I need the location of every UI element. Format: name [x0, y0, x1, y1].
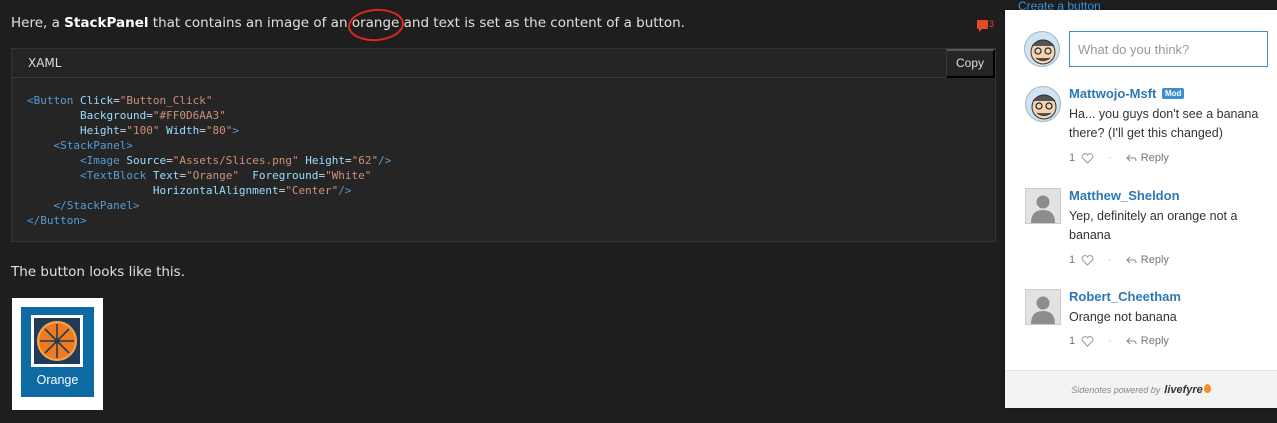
button-preview-frame: Orange [12, 298, 103, 410]
mod-badge: Mod [1162, 88, 1185, 99]
code-content: <Button Click="Button_Click" Background=… [27, 94, 392, 227]
avatar[interactable] [1025, 86, 1061, 122]
comment-count: 3 [989, 19, 995, 29]
sidenotes-panel: Mattwojo-Msft Mod Ha... you guys don't s… [1005, 10, 1277, 408]
comment-input[interactable] [1069, 31, 1268, 67]
code-block-header: XAML Copy [12, 48, 995, 78]
flame-icon [1203, 383, 1211, 393]
comment-author[interactable]: Mattwojo-Msft Mod [1069, 86, 1185, 101]
copy-button[interactable]: Copy [945, 48, 995, 78]
intro-middle: that contains an image of an [148, 15, 352, 31]
powered-by-text: Sidenotes powered by [1071, 384, 1161, 395]
reply-button[interactable]: Reply [1126, 254, 1169, 266]
cartoon-face-icon [1030, 39, 1056, 65]
comment-actions: 1 · Reply [1069, 335, 1169, 347]
like-count: 1 [1069, 335, 1076, 347]
intro-stackpanel-term: StackPanel [64, 15, 149, 31]
reply-button[interactable]: Reply [1126, 335, 1169, 347]
like-count: 1 [1069, 152, 1076, 164]
reply-icon [1126, 337, 1137, 344]
orange-slice-icon [37, 321, 77, 361]
separator-dot: · [1108, 152, 1112, 164]
reply-icon [1126, 154, 1137, 161]
orange-button-label: Orange [36, 373, 79, 387]
comment-author[interactable]: Robert_Cheetham [1069, 289, 1181, 304]
separator-dot: · [1108, 254, 1112, 266]
default-user-icon [1031, 195, 1055, 223]
orange-button[interactable]: Orange [21, 307, 94, 397]
heart-icon[interactable] [1081, 152, 1094, 164]
preview-caption: The button looks like this. [11, 264, 185, 280]
code-language-label: XAML [28, 56, 62, 70]
orange-slice-image [31, 315, 83, 367]
heart-icon[interactable] [1081, 335, 1094, 347]
comment-body: Orange not banana [1069, 310, 1177, 324]
reply-icon [1126, 256, 1137, 263]
comment-bubble-icon [977, 19, 988, 32]
comment-actions: 1 · Reply [1069, 254, 1169, 266]
livefyre-logo[interactable]: livefyre [1164, 383, 1211, 396]
avatar[interactable] [1025, 289, 1061, 325]
separator-dot: · [1108, 335, 1112, 347]
cartoon-face-icon [1031, 94, 1057, 120]
comment-body: Ha... you guys don't see a banana there?… [1069, 107, 1259, 140]
intro-paragraph: Here, a StackPanel that contains an imag… [11, 15, 685, 31]
intro-prefix: Here, a [11, 15, 65, 31]
avatar[interactable] [1025, 188, 1061, 224]
current-user-avatar [1024, 31, 1060, 67]
like-count: 1 [1069, 254, 1076, 266]
comment-count-marker[interactable]: 3 [977, 19, 995, 32]
reply-button[interactable]: Reply [1126, 152, 1169, 164]
comment-actions: 1 · Reply [1069, 152, 1169, 164]
sidenotes-footer: Sidenotes powered by livefyre [1005, 370, 1277, 408]
comment-body: Yep, definitely an orange not a banana [1069, 209, 1238, 242]
default-user-icon [1031, 296, 1055, 324]
comment-author[interactable]: Matthew_Sheldon [1069, 188, 1180, 203]
heart-icon[interactable] [1081, 254, 1094, 266]
code-block: XAML Copy <Button Click="Button_Click" B… [11, 48, 996, 242]
circled-word: orange [351, 15, 400, 31]
intro-suffix: and text is set as the content of a butt… [399, 15, 685, 31]
